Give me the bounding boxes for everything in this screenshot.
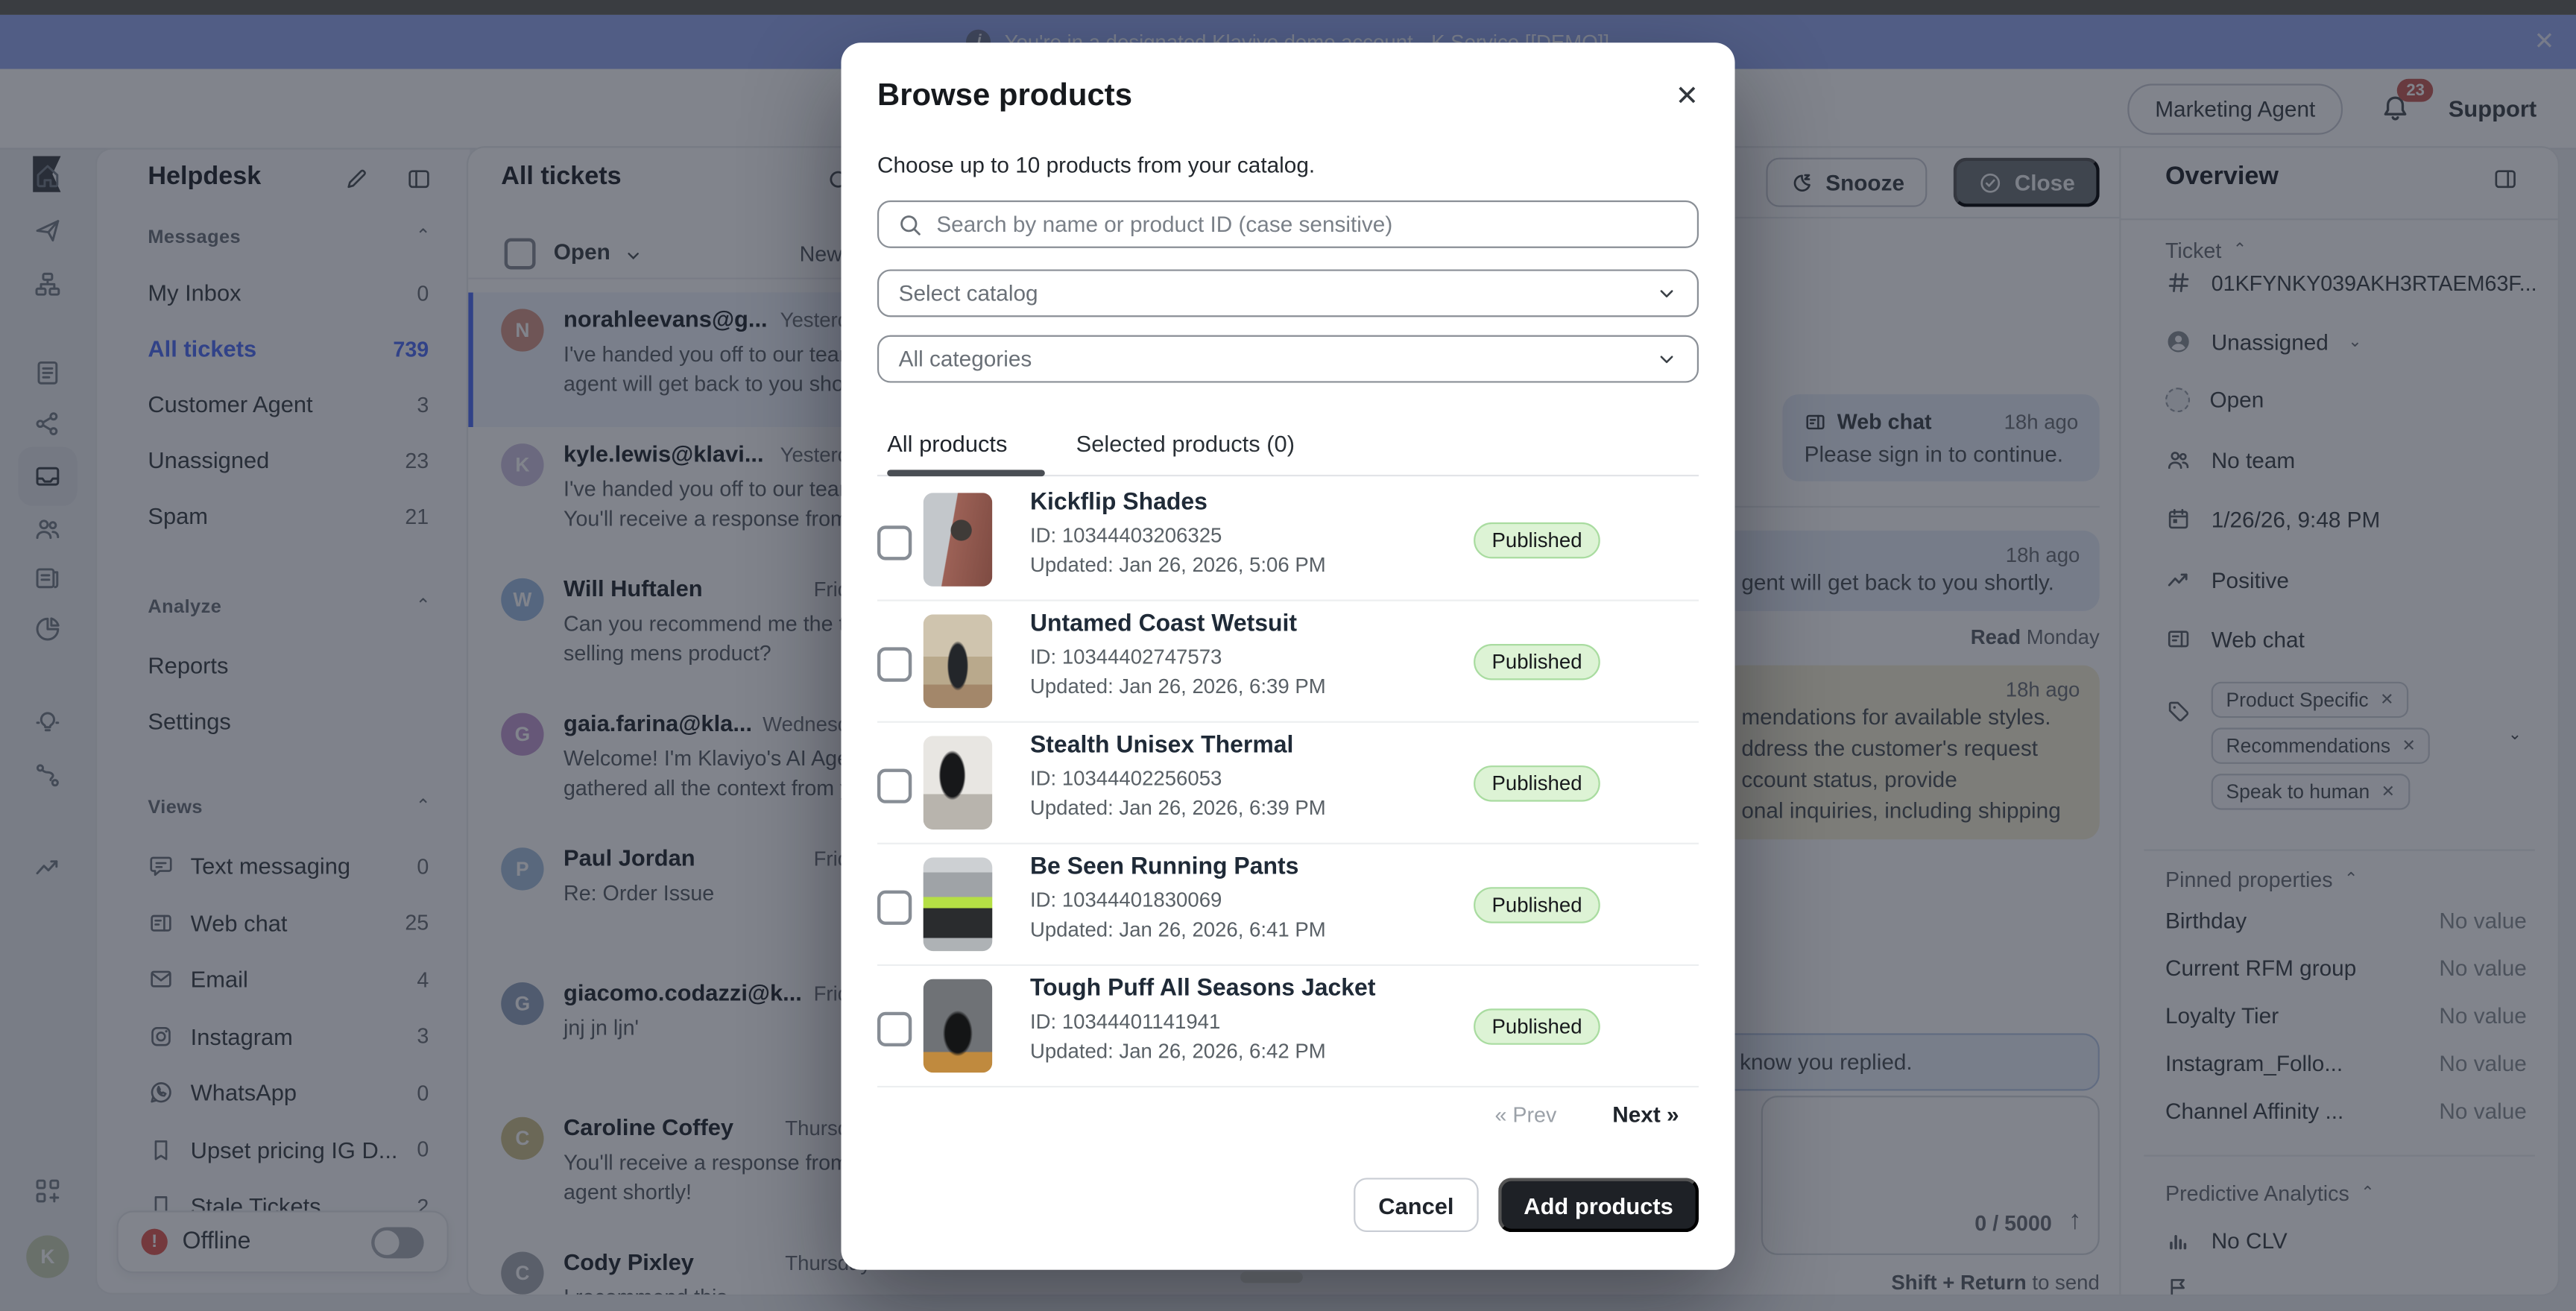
search-icon (897, 212, 923, 238)
product-row[interactable]: Stealth Unisex Thermal ID: 1034440225605… (877, 723, 1699, 844)
add-products-button[interactable]: Add products (1498, 1178, 1699, 1232)
product-name: Tough Puff All Seasons Jacket (1030, 976, 1376, 1002)
product-row[interactable]: Kickflip Shades ID: 10344403206325 Updat… (877, 480, 1699, 601)
product-checkbox[interactable] (877, 525, 912, 560)
product-checkbox[interactable] (877, 891, 912, 925)
product-id: ID: 10344403206325 (1030, 524, 1222, 547)
window-top-strip (0, 0, 2576, 15)
published-badge: Published (1474, 887, 1600, 923)
window-drag-handle (1240, 1271, 1303, 1283)
product-updated: Updated: Jan 26, 2026, 6:39 PM (1030, 797, 1326, 820)
product-checkbox[interactable] (877, 769, 912, 803)
published-badge: Published (1474, 522, 1600, 558)
modal-subtitle: Choose up to 10 products from your catal… (877, 153, 1315, 177)
chevron-down-icon (1656, 282, 1678, 304)
product-thumbnail (924, 493, 993, 587)
published-badge: Published (1474, 765, 1600, 801)
klaviyo-helpdesk-app: i You're in a designated Klaviyo demo ac… (0, 0, 2576, 1311)
published-badge: Published (1474, 1008, 1600, 1044)
product-list: Kickflip Shades ID: 10344403206325 Updat… (877, 480, 1699, 1088)
prev-page-button[interactable]: « Prev (1494, 1102, 1556, 1127)
product-row[interactable]: Be Seen Running Pants ID: 10344401830069… (877, 844, 1699, 966)
tab-all-products[interactable]: All products (887, 430, 1007, 456)
product-name: Stealth Unisex Thermal (1030, 733, 1293, 759)
product-id: ID: 10344401830069 (1030, 888, 1222, 912)
product-id: ID: 10344402256053 (1030, 767, 1222, 790)
product-name: Kickflip Shades (1030, 490, 1208, 516)
next-page-button[interactable]: Next » (1612, 1102, 1679, 1127)
product-id: ID: 10344401141941 (1030, 1011, 1220, 1034)
pagination: « Prev Next » (1494, 1102, 1679, 1127)
product-thumbnail (924, 858, 993, 952)
active-tab-underline (887, 470, 1045, 476)
modal-title: Browse products (877, 79, 1132, 115)
product-search-field[interactable] (877, 200, 1699, 248)
product-row[interactable]: Tough Puff All Seasons Jacket ID: 103444… (877, 966, 1699, 1087)
product-updated: Updated: Jan 26, 2026, 6:41 PM (1030, 918, 1326, 941)
product-updated: Updated: Jan 26, 2026, 6:39 PM (1030, 675, 1326, 698)
product-updated: Updated: Jan 26, 2026, 6:42 PM (1030, 1040, 1326, 1063)
browse-products-modal: Browse products ✕ Choose up to 10 produc… (841, 42, 1734, 1269)
product-thumbnail (924, 736, 993, 830)
modal-close-icon[interactable]: ✕ (1676, 80, 1699, 113)
published-badge: Published (1474, 644, 1600, 680)
category-select[interactable]: All categories (877, 335, 1699, 383)
catalog-select[interactable]: Select catalog (877, 269, 1699, 317)
tab-selected-products[interactable]: Selected products (0) (1076, 430, 1295, 456)
chevron-down-icon (1656, 348, 1678, 370)
product-thumbnail (924, 979, 993, 1073)
product-checkbox[interactable] (877, 647, 912, 681)
product-row[interactable]: Untamed Coast Wetsuit ID: 10344402747573… (877, 601, 1699, 723)
product-checkbox[interactable] (877, 1012, 912, 1046)
cancel-button[interactable]: Cancel (1354, 1178, 1479, 1232)
product-updated: Updated: Jan 26, 2026, 5:06 PM (1030, 554, 1326, 577)
product-name: Be Seen Running Pants (1030, 854, 1299, 880)
product-search-input[interactable] (933, 203, 1690, 244)
product-thumbnail (924, 614, 993, 708)
product-name: Untamed Coast Wetsuit (1030, 611, 1297, 637)
product-id: ID: 10344402747573 (1030, 645, 1222, 669)
